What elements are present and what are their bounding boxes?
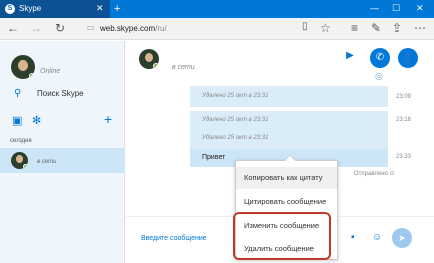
tab-title: Skype xyxy=(19,4,42,13)
contact-avatar xyxy=(11,152,28,169)
menu-quote-message[interactable]: Цитировать сообщение xyxy=(236,191,337,213)
send-button[interactable]: ➤ xyxy=(392,228,412,248)
more-icon[interactable]: ⋯ xyxy=(414,21,426,35)
page-icon: ▭ xyxy=(87,23,95,32)
maximize-button[interactable]: ☐ xyxy=(392,3,400,14)
annotation-highlight xyxy=(233,212,331,260)
audio-call-button[interactable]: ✆ xyxy=(370,48,390,68)
chat-online-icon xyxy=(153,63,159,69)
close-window-button[interactable]: ✕ xyxy=(416,3,424,14)
back-arrow-icon[interactable]: ← xyxy=(7,21,19,35)
my-status[interactable]: Online xyxy=(40,68,60,75)
contact-online-icon xyxy=(23,164,28,169)
hub-icon[interactable]: ≡ xyxy=(351,21,358,35)
message-text: Привет xyxy=(202,154,226,161)
skype-sidebar: Online ⚲ Поиск Skype ▣ ✻ + сегодня в сет… xyxy=(0,41,125,263)
contacts-icon[interactable]: ▣ xyxy=(12,114,22,127)
chat-header-avatar[interactable] xyxy=(139,49,159,69)
message-bubble[interactable]: Удалено 25 окт в 23:31 xyxy=(190,86,388,107)
browser-navbar: ← → ↻ ▭ web.skype.com/ru/ ▯ ☆ ≡ ✎ ⇪ ⋯ xyxy=(0,18,434,40)
message-text: Удалено 25 окт в 23:31 xyxy=(202,117,269,123)
message-time: 23:33 xyxy=(396,154,412,160)
reading-view-icon[interactable]: ▯ xyxy=(302,21,308,32)
search-icon[interactable]: ⚲ xyxy=(14,88,21,99)
menu-copy-as-quote[interactable]: Копировать как цитату xyxy=(236,167,337,189)
add-plus-icon[interactable]: + xyxy=(104,111,112,127)
address-bar[interactable]: ▭ web.skype.com/ru/ xyxy=(84,22,334,36)
share-icon[interactable]: ⇪ xyxy=(392,21,402,35)
message-time: 23:09 xyxy=(396,94,412,100)
browser-titlebar: S Skype ✕ + — ☐ ✕ xyxy=(0,0,434,18)
message-text: Удалено 25 окт в 23:31 xyxy=(202,135,269,141)
section-today: сегодня xyxy=(10,138,32,144)
new-tab-button[interactable]: + xyxy=(114,3,120,15)
settings-gear-icon[interactable]: ✻ xyxy=(32,114,41,127)
message-input[interactable]: Введите сообщение xyxy=(141,235,207,242)
contact-card-icon[interactable]: ▪ xyxy=(351,232,355,243)
my-avatar[interactable] xyxy=(11,55,35,79)
message-time: 23:16 xyxy=(396,117,412,123)
message-text: Удалено 25 окт в 23:31 xyxy=(202,93,269,99)
online-status-icon xyxy=(29,73,35,79)
sent-status: Отправлено ⊙ xyxy=(354,171,395,177)
emoji-icon[interactable]: ☺ xyxy=(372,232,382,243)
tab-close-icon[interactable]: ✕ xyxy=(96,3,104,14)
minimize-button[interactable]: — xyxy=(370,3,379,13)
chat-header-status: в сети xyxy=(172,64,195,71)
url-text: web.skype.com/ru/ xyxy=(100,24,167,33)
web-note-icon[interactable]: ✎ xyxy=(371,21,381,35)
search-skype-button[interactable]: Поиск Skype xyxy=(37,89,84,98)
skype-logo-icon: S xyxy=(5,4,15,14)
contact-list-item[interactable]: в сети xyxy=(0,148,125,173)
video-call-button[interactable]: ▶ xyxy=(342,50,358,64)
contact-status: в сети xyxy=(37,159,57,165)
message-bubble[interactable]: Удалено 25 окт в 23:31 Удалено 25 окт в … xyxy=(190,111,388,151)
add-people-button[interactable]: 👤 xyxy=(398,48,418,68)
forward-arrow-icon[interactable]: → xyxy=(30,21,42,35)
browser-tab[interactable]: S Skype ✕ xyxy=(0,0,110,18)
refresh-icon[interactable]: ↻ xyxy=(55,21,65,35)
globe-icon[interactable]: ◎ xyxy=(375,71,383,82)
favorite-star-icon[interactable]: ☆ xyxy=(320,21,331,35)
